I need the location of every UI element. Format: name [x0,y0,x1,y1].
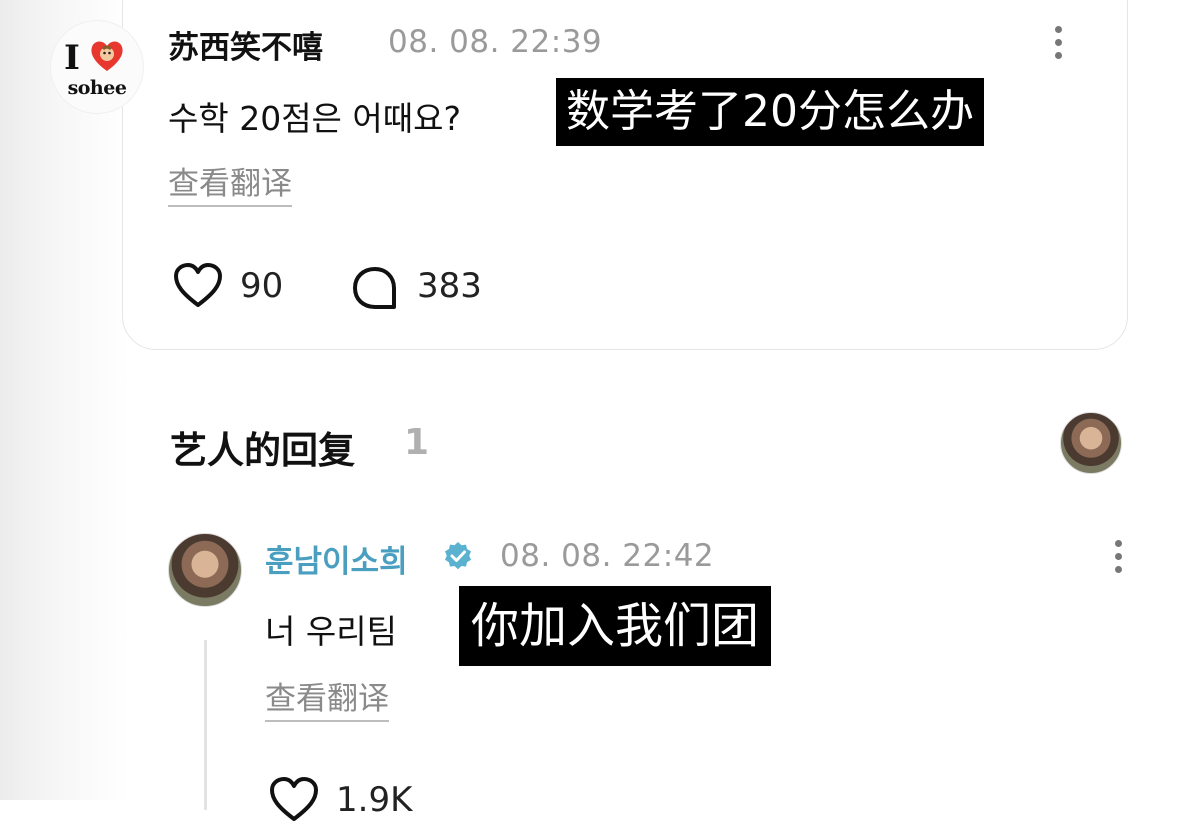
user-avatar-logo[interactable]: I sohee [50,20,144,114]
artist-replies-count: 1 [404,422,430,463]
logo-heart-icon [91,41,123,71]
reply-username[interactable]: 훈남이소희 [265,536,408,581]
avatar[interactable] [168,533,242,607]
view-translation-link[interactable]: 查看翻译 [265,680,389,722]
heart-icon[interactable] [268,776,320,824]
artist-replies-title: 艺人的回复 [170,429,355,472]
post-timestamp: 08. 08. 22:39 [388,24,603,60]
reply-like-count: 1.9K [336,780,413,820]
comment-bubble-icon[interactable] [350,264,400,312]
more-options-icon[interactable] [1055,26,1063,66]
verified-badge-icon [445,542,471,570]
logo-letter: I [64,38,80,78]
post-subtitle-overlay: 数学考了20分怎么办 [556,78,984,146]
post-username[interactable]: 苏西笑不嘻 [168,22,323,67]
view-translation-link[interactable]: 查看翻译 [168,165,292,207]
post-reply-count: 383 [417,266,482,306]
more-options-icon[interactable] [1115,540,1123,580]
heart-icon[interactable] [172,262,224,310]
avatar[interactable] [1060,412,1122,474]
post-comment-text: 수학 20점은 어때요? [168,99,462,138]
reply-comment-text: 너 우리팀 [265,612,397,651]
post-like-count: 90 [240,266,284,306]
reply-timestamp: 08. 08. 22:42 [500,538,715,574]
thread-line [204,640,207,810]
logo-text: sohee [67,77,127,99]
reply-subtitle-overlay: 你加入我们团 [459,586,772,666]
